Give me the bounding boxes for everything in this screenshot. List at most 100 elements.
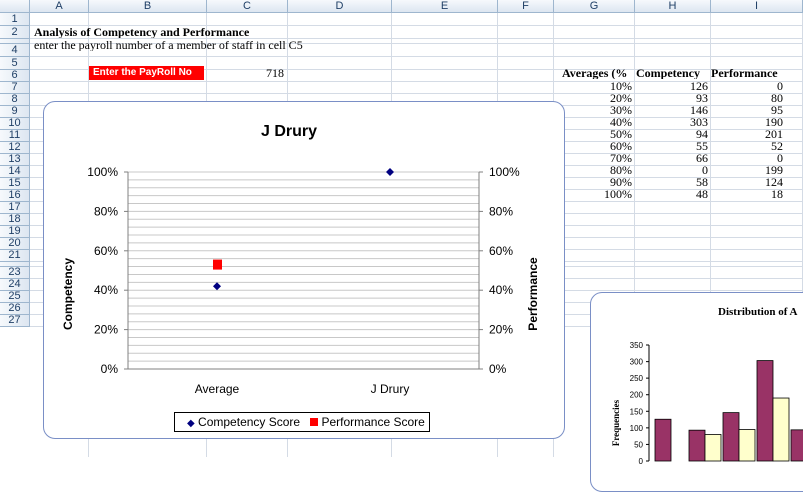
averages-cell[interactable]: 0 bbox=[711, 80, 783, 92]
chart-j-drury-svg: J Drury 100% 100% 80% 80% 60% 60% 40% 40% 20% 20%… bbox=[61, 123, 540, 396]
data-point-competency bbox=[386, 168, 394, 176]
legend-performance-label: Performance Score bbox=[321, 415, 425, 429]
y-tick-label: 40% bbox=[94, 283, 118, 297]
cell-b4-payroll-label[interactable]: Enter the PayRoll No bbox=[89, 66, 204, 80]
averages-cell[interactable]: 58 bbox=[636, 176, 708, 188]
row-header-27[interactable]: 27 bbox=[0, 315, 30, 327]
row-header-21[interactable]: 21 bbox=[0, 250, 30, 262]
y2-axis-label-performance: Performance bbox=[526, 257, 540, 331]
y2-tick-label: 40% bbox=[489, 283, 513, 297]
y2-tick-label: 100% bbox=[489, 165, 520, 179]
y-tick-label: 60% bbox=[94, 244, 118, 258]
averages-cell[interactable]: 0 bbox=[711, 152, 783, 164]
averages-cell[interactable]: 94 bbox=[636, 128, 708, 140]
chart2-bar bbox=[738, 429, 756, 462]
averages-cell[interactable]: 66 bbox=[636, 152, 708, 164]
chart2-title: Distribution of A bbox=[718, 306, 798, 318]
grid-line bbox=[30, 56, 803, 57]
chart2-bar bbox=[688, 429, 706, 462]
row-header-2[interactable]: 2 bbox=[0, 26, 30, 39]
averages-cell[interactable]: 201 bbox=[711, 128, 783, 140]
column-header-f[interactable]: F bbox=[498, 0, 554, 13]
legend-competency-label: Competency Score bbox=[198, 415, 301, 429]
select-all-corner[interactable] bbox=[0, 0, 30, 13]
x-category-label: J Drury bbox=[371, 382, 410, 396]
averages-cell[interactable]: 70% bbox=[556, 152, 632, 164]
row-header-4[interactable]: 4 bbox=[0, 44, 30, 57]
averages-cell[interactable]: 80% bbox=[556, 164, 632, 176]
averages-cell[interactable]: 30% bbox=[556, 104, 632, 116]
averages-cell[interactable]: 52 bbox=[711, 140, 783, 152]
chart2-y-tick-label: 200 bbox=[630, 391, 644, 400]
averages-cell[interactable]: 93 bbox=[636, 92, 708, 104]
averages-cell[interactable]: 50% bbox=[556, 128, 632, 140]
chart2-y-tick-label: 250 bbox=[630, 374, 644, 383]
averages-cell[interactable]: 126 bbox=[636, 80, 708, 92]
averages-cell[interactable]: 90% bbox=[556, 176, 632, 188]
column-header-c[interactable]: C bbox=[207, 0, 288, 13]
averages-cell[interactable]: 199 bbox=[711, 164, 783, 176]
column-header-i[interactable]: I bbox=[711, 0, 803, 13]
y2-tick-label: 0% bbox=[489, 362, 507, 376]
legend-square-icon bbox=[310, 418, 319, 426]
chart-title: J Drury bbox=[261, 123, 317, 140]
chart-j-drury[interactable]: J Drury 100% 100% 80% 80% 60% 60% 40% 40% 20% 20%… bbox=[43, 101, 565, 439]
y-tick-label: 0% bbox=[101, 362, 119, 376]
data-point-competency bbox=[213, 282, 221, 291]
data-point-performance bbox=[213, 259, 222, 270]
averages-cell[interactable]: 124 bbox=[711, 176, 783, 188]
chart2-y-tick-label: 150 bbox=[630, 407, 644, 416]
chart2-bar bbox=[756, 360, 774, 462]
column-header-a[interactable]: A bbox=[30, 0, 89, 13]
chart2-bar bbox=[772, 397, 790, 462]
column-header-b[interactable]: B bbox=[89, 0, 207, 13]
chart2-y-tick-label: 100 bbox=[630, 424, 644, 433]
averages-cell[interactable]: 0 bbox=[636, 164, 708, 176]
chart2-bar bbox=[790, 429, 803, 462]
chart2-bar bbox=[722, 412, 740, 462]
y-tick-label: 100% bbox=[87, 165, 118, 179]
performance-header[interactable]: Performance bbox=[711, 67, 803, 79]
chart2-y-axis-label: Frequencies bbox=[611, 399, 621, 446]
averages-cell[interactable]: 55 bbox=[636, 140, 708, 152]
chart2-y-tick-label: 350 bbox=[630, 341, 644, 350]
y2-tick-label: 60% bbox=[489, 244, 513, 258]
averages-cell[interactable]: 10% bbox=[556, 80, 632, 92]
column-header-h[interactable]: H bbox=[635, 0, 711, 13]
averages-cell[interactable]: 95 bbox=[711, 104, 783, 116]
averages-cell[interactable]: 48 bbox=[636, 188, 708, 200]
averages-cell[interactable]: 40% bbox=[556, 116, 632, 128]
averages-cell[interactable]: 100% bbox=[556, 188, 632, 200]
averages-cell[interactable]: 146 bbox=[636, 104, 708, 116]
cell-a2-instruction[interactable]: enter the payroll number of a member of … bbox=[34, 39, 303, 51]
averages-header-label[interactable]: Averages (% bbox=[562, 67, 634, 79]
chart-distribution[interactable]: Distribution of A Frequencies 350 300 250 2… bbox=[590, 292, 803, 492]
y2-tick-label: 20% bbox=[489, 323, 513, 337]
column-header-e[interactable]: E bbox=[392, 0, 498, 13]
averages-cell[interactable]: 60% bbox=[556, 140, 632, 152]
row-header-1[interactable]: 1 bbox=[0, 13, 30, 26]
averages-cell[interactable]: 20% bbox=[556, 92, 632, 104]
legend-diamond-icon: ◆ bbox=[187, 418, 195, 429]
averages-cell[interactable]: 18 bbox=[711, 188, 783, 200]
chart2-bar bbox=[654, 418, 672, 462]
column-header-g[interactable]: G bbox=[554, 0, 635, 13]
averages-cell[interactable]: 190 bbox=[711, 116, 783, 128]
chart2-bar bbox=[704, 434, 722, 462]
chart-legend: ◆ Competency Score Performance Score bbox=[174, 412, 430, 432]
chart-distribution-svg: Distribution of A Frequencies 350 300 250 2… bbox=[611, 306, 803, 466]
competency-header[interactable]: Competency bbox=[636, 67, 708, 79]
chart2-y-tick-label: 0 bbox=[639, 457, 644, 466]
y-tick-label: 20% bbox=[94, 323, 118, 337]
cell-a1-title[interactable]: Analysis of Competency and Performance bbox=[34, 26, 249, 38]
cell-c4-payroll-number[interactable]: 718 bbox=[206, 67, 284, 79]
averages-cell[interactable]: 303 bbox=[636, 116, 708, 128]
y-tick-label: 80% bbox=[94, 204, 118, 218]
chart2-y-tick-label: 50 bbox=[634, 440, 643, 449]
column-header-d[interactable]: D bbox=[288, 0, 392, 13]
x-category-label: Average bbox=[195, 382, 240, 396]
averages-cell[interactable]: 80 bbox=[711, 92, 783, 104]
y2-tick-label: 80% bbox=[489, 204, 513, 218]
y-axis-label-competency: Competency bbox=[61, 258, 75, 330]
chart2-y-tick-label: 300 bbox=[630, 358, 644, 367]
